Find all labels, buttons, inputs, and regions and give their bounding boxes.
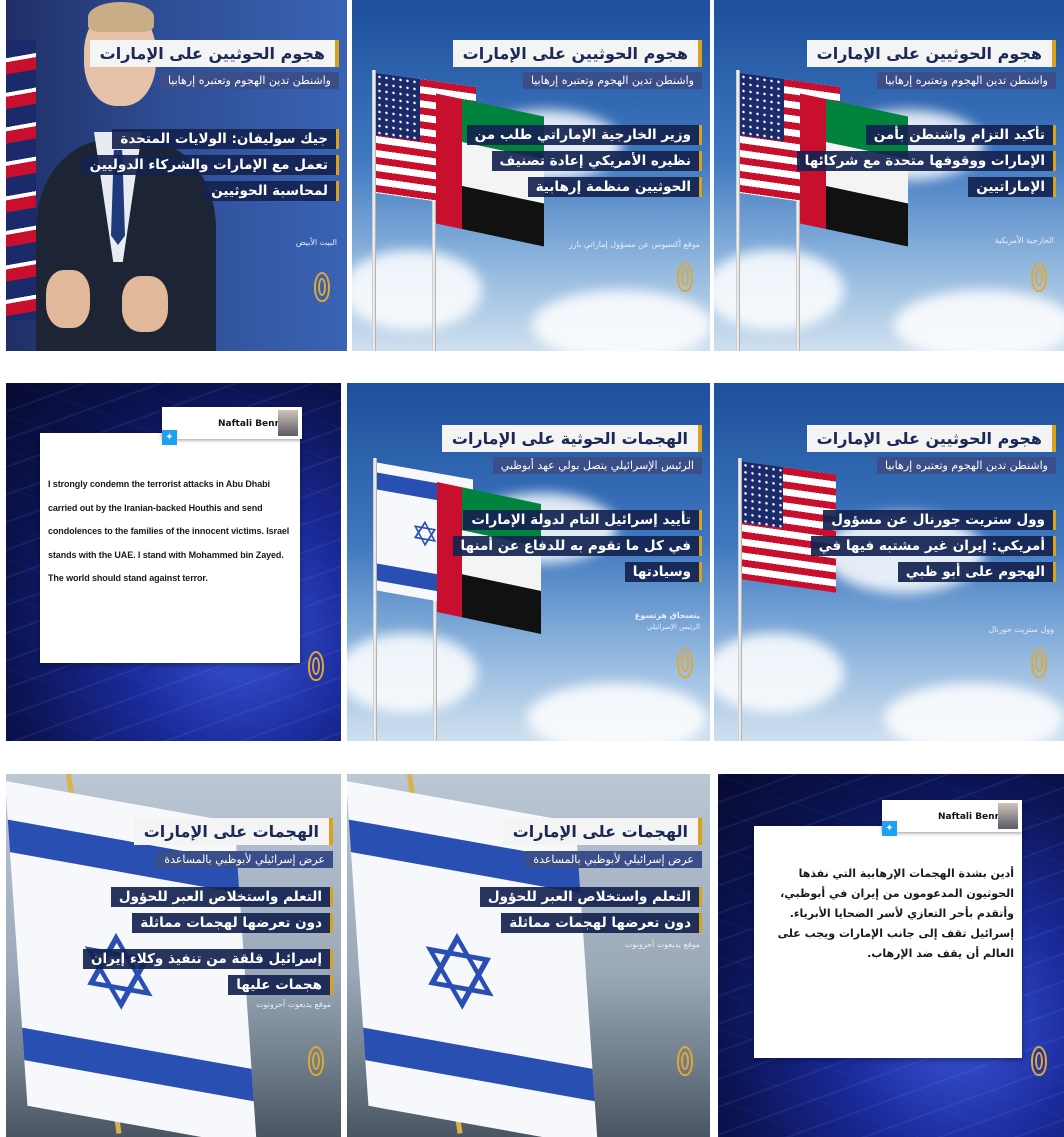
headline-subtitle: عرض إسرائيلي لأبوظبي بالمساعدة xyxy=(525,851,702,868)
caption-line: التعلم واستخلاص العبر للحؤول xyxy=(479,887,702,907)
al-jazeera-logo-icon xyxy=(674,648,696,682)
thumbnail-israel-flag-1[interactable]: ✡ الهجمات على الإمارات عرض إسرائيلي لأبو… xyxy=(6,774,341,1137)
headline-subtitle: واشنطن تدين الهجوم وتعتبره إرهابيا xyxy=(522,72,702,89)
al-jazeera-logo-icon xyxy=(305,651,327,685)
source-sublabel: الرئيس الإسرائيلي xyxy=(647,623,700,631)
headline-subtitle: واشنطن تدين الهجوم وتعتبره إرهابيا xyxy=(876,457,1056,474)
al-jazeera-logo-icon xyxy=(311,272,333,306)
caption-text: وزير الخارجية الإماراتي طلب من نظيره الأ… xyxy=(466,122,702,200)
thumbnail-us-flag-wsj[interactable]: هجوم الحوثيين على الإمارات واشنطن تدين ا… xyxy=(714,383,1064,741)
headline-title: الهجمات الحوثية على الإمارات xyxy=(441,425,702,452)
twitter-bird-icon: ✦ xyxy=(162,430,177,445)
caption-text: التعلم واستخلاص العبر للحؤول دون تعرضها … xyxy=(479,884,702,936)
caption-line: وول ستريت جورنال عن مسؤول xyxy=(823,510,1056,530)
thumbnail-bennett-tweet-ar[interactable]: Naftali Bennett ✦ أدين بشدة الهجمات الإر… xyxy=(718,774,1064,1137)
tweet-text: I strongly condemn the terrorist attacks… xyxy=(48,479,290,583)
caption-text: جيك سوليفان: الولايات المتحدة تعمل مع ال… xyxy=(81,126,339,204)
caption-line: الهجوم على أبو ظبي xyxy=(897,562,1056,582)
source-label: موقع أكسيوس عن مسؤول إماراتي بارز xyxy=(568,240,700,249)
al-jazeera-logo-icon xyxy=(674,1046,696,1080)
headline-subtitle: واشنطن تدين الهجوم وتعتبره إرهابيا xyxy=(159,72,339,89)
caption-line: دون تعرضها لهجمات مماثلة xyxy=(132,913,333,933)
caption-line: وسيادتها xyxy=(624,562,702,582)
source-label: البيت الأبيض xyxy=(295,238,337,247)
headline-title: هجوم الحوثيين على الإمارات xyxy=(452,40,702,67)
headline-title: هجوم الحوثيين على الإمارات xyxy=(806,425,1056,452)
al-jazeera-logo-icon xyxy=(305,1046,327,1080)
headline-title: هجوم الحوثيين على الإمارات xyxy=(806,40,1056,67)
caption-line: تأكيد التزام واشنطن بأمن xyxy=(865,125,1056,145)
caption-text: تأييد إسرائيل التام لدولة الإمارات في كل… xyxy=(452,507,702,585)
headline-title: الهجمات على الإمارات xyxy=(133,818,333,845)
caption-line: الإمارات ووقوفها متحدة مع شركائها xyxy=(796,151,1056,171)
headline-title: هجوم الحوثيين على الإمارات xyxy=(89,40,339,67)
caption-text-2: إسرائيل قلقة من تنفيذ وكلاء إيران هجمات … xyxy=(82,946,333,998)
avatar xyxy=(278,410,298,436)
headline-subtitle: عرض إسرائيلي لأبوظبي بالمساعدة xyxy=(156,851,333,868)
al-jazeera-logo-icon xyxy=(1028,648,1050,682)
al-jazeera-logo-icon xyxy=(1028,262,1050,296)
caption-line: لمحاسبة الحوثيين xyxy=(203,181,339,201)
thumbnail-bennett-tweet-en[interactable]: Naftali Bennett ✦ I strongly condemn the… xyxy=(6,383,341,741)
caption-line: دون تعرضها لهجمات مماثلة xyxy=(501,913,702,933)
caption-line: تأييد إسرائيل التام لدولة الإمارات xyxy=(463,510,702,530)
caption-text: تأكيد التزام واشنطن بأمن الإمارات ووقوفه… xyxy=(796,122,1056,200)
thumbnail-flags-us-uae-1[interactable]: هجوم الحوثيين على الإمارات واشنطن تدين ا… xyxy=(352,0,710,351)
source-label: الخارجية الأمريكية xyxy=(994,236,1054,245)
tweet-text: أدين بشدة الهجمات الإرهابية التي نفذها ا… xyxy=(777,867,1014,960)
caption-line: جيك سوليفان: الولايات المتحدة xyxy=(112,129,339,149)
headline-subtitle: واشنطن تدين الهجوم وتعتبره إرهابيا xyxy=(876,72,1056,89)
caption-line: تعمل مع الإمارات والشركاء الدوليين xyxy=(81,155,339,175)
source-label: موقع يديعوت أحرونوت xyxy=(255,1000,331,1009)
source-label: موقع يديعوت أحرونوت xyxy=(624,940,700,949)
caption-line: أمريكي: إيران غير مشتبه فيها في xyxy=(810,536,1056,556)
source-label: وول ستريت جورنال xyxy=(988,625,1054,634)
al-jazeera-logo-icon xyxy=(674,262,696,296)
caption-text: التعلم واستخلاص العبر للحؤول دون تعرضها … xyxy=(110,884,333,936)
thumbnail-sullivan[interactable]: هجوم الحوثيين على الإمارات واشنطن تدين ا… xyxy=(6,0,347,351)
caption-line: إسرائيل قلقة من تنفيذ وكلاء إيران xyxy=(82,949,333,969)
source-label: يتسحاق هرتسوغ xyxy=(634,611,700,620)
caption-line: التعلم واستخلاص العبر للحؤول xyxy=(110,887,333,907)
caption-line: في كل ما تقوم به للدفاع عن أمنها xyxy=(452,536,702,556)
caption-line: هجمات عليها xyxy=(228,975,333,995)
tweet-header: Naftali Bennett xyxy=(162,407,302,439)
caption-text: وول ستريت جورنال عن مسؤول أمريكي: إيران … xyxy=(810,507,1056,585)
headline-subtitle: الرئيس الإسرائيلي يتصل بولي عهد أبوظبي xyxy=(492,457,702,474)
caption-line: الحوثيين منظمة إرهابية xyxy=(527,177,702,197)
thumbnail-flags-us-uae-2[interactable]: هجوم الحوثيين على الإمارات واشنطن تدين ا… xyxy=(714,0,1064,351)
avatar xyxy=(998,803,1018,829)
al-jazeera-logo-icon xyxy=(1028,1046,1050,1080)
thumbnail-israel-flag-2[interactable]: ✡ الهجمات على الإمارات عرض إسرائيلي لأبو… xyxy=(347,774,710,1137)
tweet-header: Naftali Bennett xyxy=(882,800,1022,832)
headline-title: الهجمات على الإمارات xyxy=(502,818,702,845)
caption-line: الإماراتيين xyxy=(968,177,1056,197)
thumbnail-flags-il-uae[interactable]: ✡ الهجمات الحوثية على الإمارات الرئيس ال… xyxy=(347,383,710,741)
caption-line: نظيره الأمريكي إعادة تصنيف xyxy=(491,151,702,171)
twitter-bird-icon: ✦ xyxy=(882,821,897,836)
caption-line: وزير الخارجية الإماراتي طلب من xyxy=(466,125,702,145)
